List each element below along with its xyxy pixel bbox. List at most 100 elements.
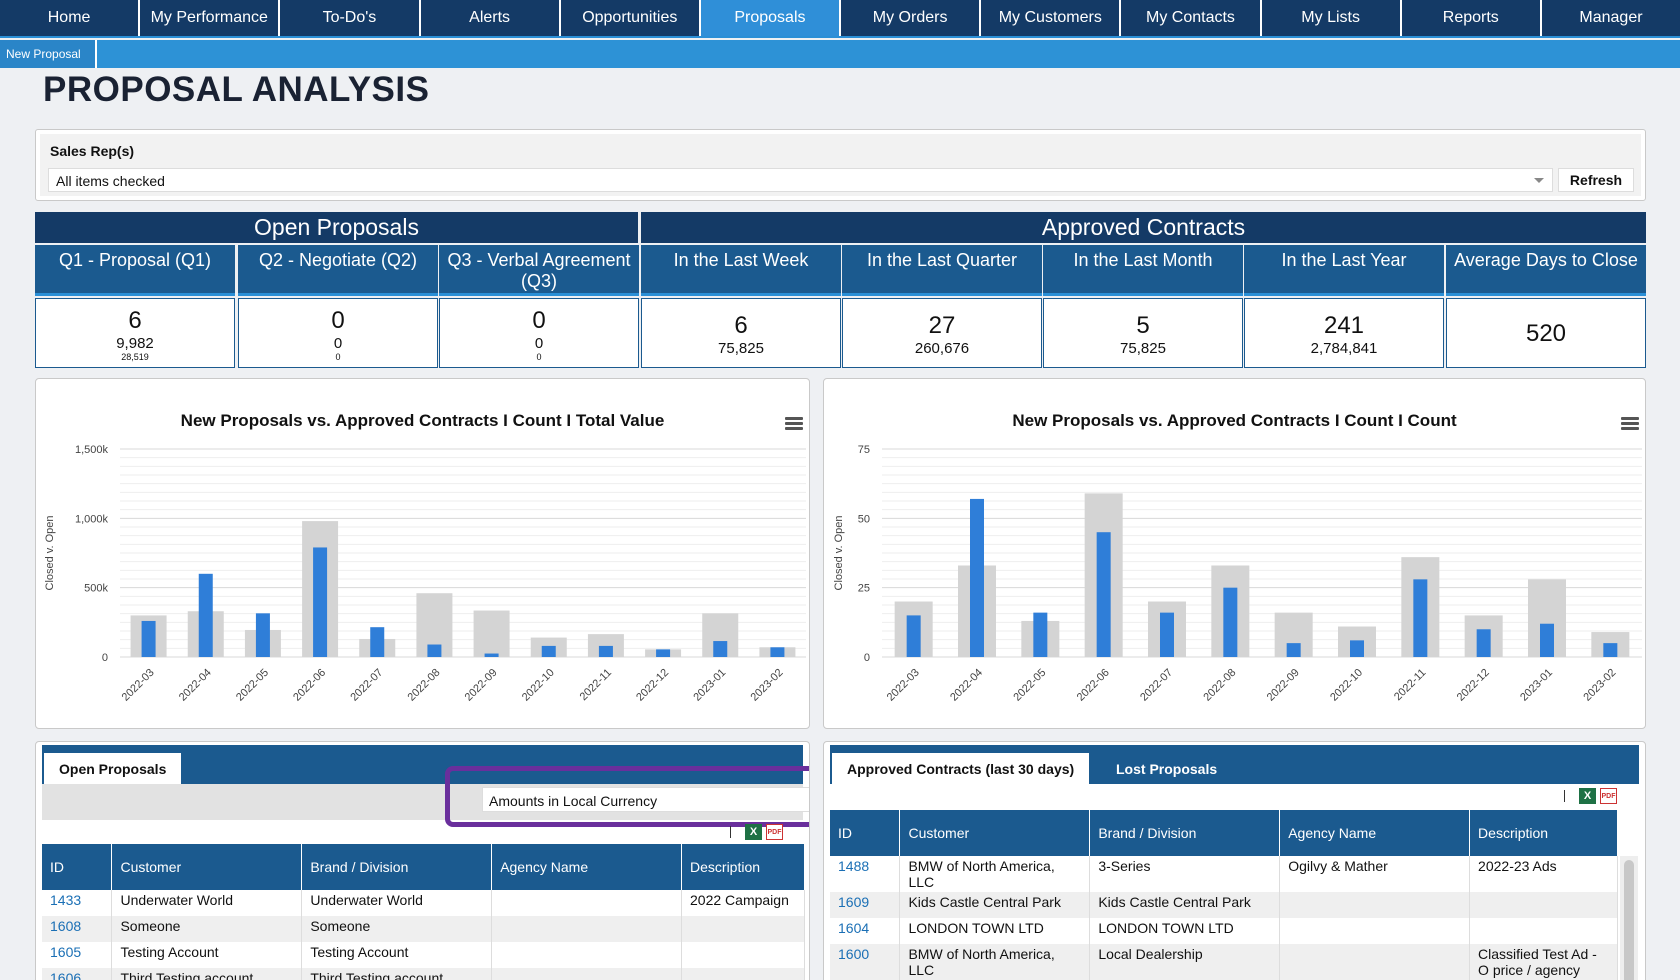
nav-manager[interactable]: Manager	[1542, 0, 1680, 36]
row-id-link[interactable]: 1433	[42, 890, 113, 916]
column-header[interactable]: Agency Name	[491, 844, 683, 890]
approved-bar	[1096, 532, 1111, 657]
kpi-count: 241	[1323, 312, 1365, 339]
x-tick-label: 2022-11	[578, 667, 614, 703]
row-id-link[interactable]: 1604	[830, 918, 901, 944]
kpi-cell: 27 260,676	[842, 298, 1042, 368]
scroll-thumb[interactable]	[1624, 860, 1634, 980]
kpi-count: 6	[734, 312, 748, 339]
nav-reports[interactable]: Reports	[1402, 0, 1542, 36]
y-tick-label: 500k	[84, 583, 108, 595]
export-icons: X PDF	[730, 824, 783, 840]
column-header[interactable]: Description	[1469, 810, 1618, 856]
kpi-count: 0	[331, 307, 345, 334]
new-proposal-link[interactable]: New Proposal	[0, 40, 97, 68]
kpi-column-header: In the Last Year	[1244, 245, 1444, 296]
excel-export-icon[interactable]: X	[1579, 788, 1596, 804]
column-header[interactable]: Brand / Division	[301, 844, 493, 890]
column-header[interactable]: ID	[830, 810, 901, 856]
kpi-value: 2,784,841	[1310, 340, 1378, 357]
column-header[interactable]: ID	[42, 844, 113, 890]
excel-export-icon[interactable]: X	[745, 824, 762, 840]
tab-approved-contracts[interactable]: Approved Contracts (last 30 days)	[832, 753, 1090, 784]
approved-bar	[970, 498, 984, 657]
kpi-cell: 000	[238, 298, 438, 368]
column-header[interactable]: Agency Name	[1279, 810, 1471, 856]
chart-total-value: 0 500k 1,000k 1,500k Closed v. Open 2022-03 20…	[44, 444, 806, 704]
nav-opportunities[interactable]: Opportunities	[561, 0, 701, 36]
row-id-link[interactable]: 1600	[830, 944, 901, 980]
column-header[interactable]: Description	[681, 844, 805, 890]
kpi-cell: 000	[439, 298, 639, 368]
table-row[interactable]: 1608 Someone Someone	[42, 916, 805, 942]
kpi-column-header: Q3 - Verbal Agreement (Q3)	[439, 245, 639, 296]
x-tick-label: 2022-09	[463, 667, 500, 704]
table-cell	[1469, 892, 1618, 918]
approved-bar	[1286, 643, 1301, 657]
table-row[interactable]: 1605 Testing Account Testing Account	[42, 942, 805, 968]
row-id-link[interactable]: 1606	[42, 968, 113, 980]
kpi-cell: 520	[1446, 298, 1646, 368]
table-row[interactable]: 1600 BMW of North America, LLC Local Deale…	[830, 944, 1618, 980]
approved-bar	[713, 641, 728, 657]
nav-todos[interactable]: To-Do's	[280, 0, 421, 36]
x-tick-label: 2022-09	[1265, 667, 1302, 704]
row-id-link[interactable]: 1609	[830, 892, 901, 918]
nav-my-contacts[interactable]: My Contacts	[1121, 0, 1262, 36]
approved-bar	[1540, 623, 1554, 657]
table-row[interactable]: 1609 Kids Castle Central Park Kids Castle …	[830, 892, 1618, 918]
table-cell	[1279, 918, 1471, 944]
tab-open-proposals[interactable]: Open Proposals	[44, 753, 182, 784]
nav-my-lists[interactable]: My Lists	[1262, 0, 1402, 36]
column-header[interactable]: Brand / Division	[1089, 810, 1281, 856]
table-cell: Testing Account	[301, 942, 493, 968]
x-tick-label: 2022-10	[520, 667, 557, 704]
open-proposals-panel: Open Proposals Amounts in Local Currency…	[35, 741, 810, 980]
column-header[interactable]: Customer	[899, 810, 1091, 856]
nav-home[interactable]: Home	[0, 0, 141, 36]
table-row[interactable]: 1604 LONDON TOWN LTD LONDON TOWN LTD	[830, 918, 1618, 944]
table-row[interactable]: 1433 Underwater World Underwater World 2022…	[42, 890, 805, 916]
refresh-button[interactable]: Refresh	[1558, 168, 1634, 192]
pdf-export-icon[interactable]: PDF	[766, 824, 783, 840]
sales-rep-select[interactable]: All items checked	[48, 168, 1553, 192]
approved-bar	[541, 645, 556, 657]
table-cell: BMW of North America, LLC	[899, 944, 1091, 980]
nav-my-orders[interactable]: My Orders	[841, 0, 982, 36]
open-proposals-header: Open Proposals	[35, 212, 638, 243]
x-tick-label: 2022-11	[1392, 667, 1428, 703]
x-tick-label: 2022-07	[1138, 667, 1175, 704]
row-id-link[interactable]: 1488	[830, 856, 901, 892]
approved-bar	[656, 649, 671, 657]
kpi-value: 0	[333, 335, 343, 352]
sales-rep-label: Sales Rep(s)	[50, 143, 135, 159]
table-cell: 2022 Campaign	[681, 890, 805, 916]
row-id-link[interactable]: 1608	[42, 916, 113, 942]
kpi-column-header: In the Last Quarter	[842, 245, 1042, 296]
approved-bar	[198, 573, 213, 657]
table-cell	[1279, 944, 1471, 980]
table-cell	[681, 942, 805, 968]
column-header[interactable]: Customer	[111, 844, 303, 890]
kpi-count: 520	[1525, 320, 1567, 347]
x-tick-label: 2022-07	[348, 667, 385, 704]
kpi-subvalue: 28,519	[121, 352, 149, 362]
kpi-value: 0	[534, 335, 544, 352]
table-row[interactable]: 1606 Third Testing account Third Testing a…	[42, 968, 805, 980]
tab-lost-proposals[interactable]: Lost Proposals	[1101, 753, 1232, 784]
nav-proposals[interactable]: Proposals	[700, 0, 842, 36]
table-row[interactable]: 1488 BMW of North America, LLC 3-Series Ogi…	[830, 856, 1618, 892]
row-id-link[interactable]: 1605	[42, 942, 113, 968]
kpi-subvalue: 0	[536, 352, 542, 362]
scrollbar[interactable]	[1620, 856, 1638, 980]
kpi-count: 6	[128, 307, 142, 334]
table-cell: Someone	[301, 916, 493, 942]
x-tick-label: 2023-01	[691, 667, 728, 704]
kpi-subvalue: 0	[335, 352, 341, 362]
approved-bar	[370, 627, 385, 657]
nav-my-customers[interactable]: My Customers	[981, 0, 1122, 36]
chevron-down-icon	[1534, 178, 1544, 183]
nav-my-performance[interactable]: My Performance	[140, 0, 281, 36]
pdf-export-icon[interactable]: PDF	[1600, 788, 1617, 804]
nav-alerts[interactable]: Alerts	[421, 0, 561, 36]
